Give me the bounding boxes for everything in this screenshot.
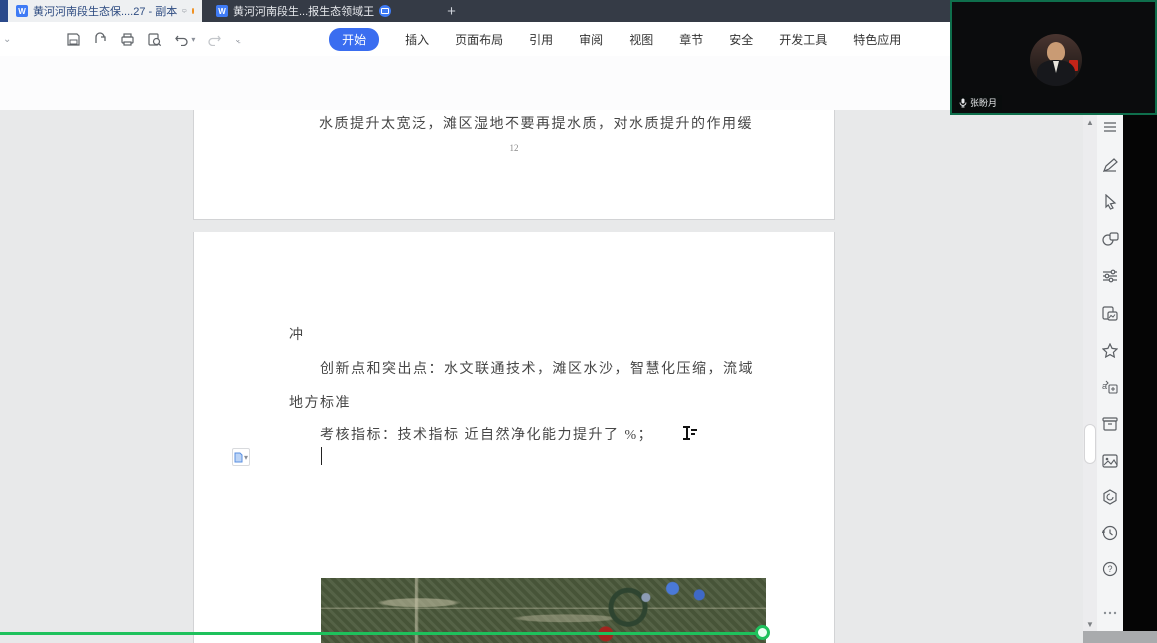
- sidebar-menu-icon[interactable]: [1098, 114, 1122, 140]
- document-page-1[interactable]: 水质提升太宽泛，滩区湿地不要再提水质，对水质提升的作用缓 12: [193, 110, 835, 220]
- tab-insert[interactable]: 插入: [405, 31, 429, 48]
- document-tab-1[interactable]: W 黄河河南段生态保....27 - 副本: [8, 0, 202, 22]
- shapes-icon[interactable]: [1098, 226, 1122, 252]
- chevron-down-icon: ▾: [244, 453, 248, 462]
- page2-line-2: 创新点和突出点：水文联通技术，滩区水沙，智慧化压缩，流域: [320, 358, 754, 378]
- tab-special-features[interactable]: 特色应用: [853, 31, 901, 48]
- tab-review[interactable]: 审阅: [579, 31, 603, 48]
- document-tab-1-label: 黄河河南段生态保....27 - 副本: [33, 3, 177, 19]
- undo-dropdown-icon[interactable]: ▾: [191, 35, 195, 44]
- participant-name: 张盼月: [970, 96, 997, 109]
- annotation-green-line: [0, 632, 764, 635]
- history-clock-icon[interactable]: [1098, 520, 1122, 546]
- document-workspace[interactable]: 水质提升太宽泛，滩区湿地不要再提水质，对水质提升的作用缓 12 冲 创新点和突出…: [0, 110, 1083, 643]
- participant-face: [1047, 42, 1065, 62]
- adjust-sliders-icon[interactable]: [1098, 263, 1122, 289]
- favorites-star-icon[interactable]: [1098, 337, 1122, 363]
- select-cursor-icon[interactable]: [1098, 189, 1122, 215]
- page1-paragraph: 水质提升太宽泛，滩区湿地不要再提水质，对水质提升的作用缓: [319, 113, 753, 133]
- microphone-icon: [959, 98, 967, 108]
- tab-security[interactable]: 安全: [729, 31, 753, 48]
- page1-page-number: 12: [194, 143, 834, 153]
- page2-line-4: 考核指标：技术指标 近自然净化能力提升了 %；: [320, 424, 653, 444]
- document-tab-2-label: 黄河河南段生...报生态领域王: [233, 3, 374, 19]
- scroll-down-icon[interactable]: ▼: [1086, 620, 1094, 629]
- print-button[interactable]: [120, 32, 135, 47]
- annotation-line-handle[interactable]: [755, 625, 770, 640]
- document-page-2[interactable]: 冲 创新点和突出点：水文联通技术，滩区水沙，智慧化压缩，流域 地方标准 考核指标…: [193, 232, 835, 643]
- monitor-icon: [182, 6, 187, 16]
- new-tab-button[interactable]: +: [447, 0, 456, 22]
- tab-developer[interactable]: 开发工具: [779, 31, 827, 48]
- vertical-scrollbar[interactable]: ▲ ▼: [1083, 110, 1097, 643]
- skills-icon[interactable]: [1098, 484, 1122, 510]
- undo-button[interactable]: ▾: [174, 33, 195, 46]
- extract-images-icon[interactable]: [1098, 300, 1122, 326]
- text-caret: [321, 447, 322, 465]
- tab-references[interactable]: 引用: [529, 31, 553, 48]
- scroll-up-icon[interactable]: ▲: [1086, 118, 1094, 127]
- video-call-overlay[interactable]: 张盼月: [950, 0, 1157, 115]
- page2-line-1: 冲: [289, 324, 305, 344]
- window-edge-strip: [0, 0, 8, 22]
- edit-pencil-icon[interactable]: [1098, 152, 1122, 178]
- more-dots-icon[interactable]: [1098, 600, 1122, 626]
- participant-avatar: [1030, 34, 1082, 86]
- svg-text:a: a: [1102, 381, 1107, 391]
- desktop-background-strip: [1123, 115, 1157, 632]
- quick-access-toolbar: ▾ ⌄̱: [66, 32, 241, 47]
- resource-box-icon[interactable]: [1098, 411, 1122, 437]
- tab-home[interactable]: 开始: [329, 28, 379, 51]
- page2-line-3: 地方标准: [289, 392, 351, 412]
- wps-writer-icon: W: [16, 5, 28, 17]
- right-sidebar: a ?: [1097, 110, 1123, 643]
- menu-tab-strip: 开始 插入 页面布局 引用 审阅 视图 章节 安全 开发工具 特色应用: [329, 28, 901, 51]
- tab-page-layout[interactable]: 页面布局: [455, 31, 503, 48]
- svg-text:?: ?: [1108, 564, 1113, 574]
- unsaved-dot-icon: [192, 8, 194, 14]
- ibeam-mouse-cursor: [682, 426, 696, 440]
- collapse-window-icon[interactable]: ⌄: [3, 34, 11, 45]
- picture-icon[interactable]: [1098, 448, 1122, 474]
- redo-button[interactable]: [207, 33, 222, 46]
- tab-section[interactable]: 章节: [679, 31, 703, 48]
- screen-share-indicator-icon: [379, 5, 391, 17]
- customize-qat-dropdown-icon[interactable]: ⌄̱: [234, 35, 241, 44]
- translate-icon[interactable]: a: [1098, 374, 1122, 400]
- participant-name-tag: 张盼月: [956, 95, 1002, 110]
- tab-view[interactable]: 视图: [629, 31, 653, 48]
- print-preview-button[interactable]: [147, 32, 162, 47]
- taskbar-sliver: [1083, 631, 1157, 643]
- wps-writer-icon: W: [216, 5, 228, 17]
- document-tab-2[interactable]: W 黄河河南段生...报生态领域王: [208, 0, 399, 22]
- save-button[interactable]: [66, 32, 81, 47]
- help-icon[interactable]: ?: [1098, 556, 1122, 582]
- scrollbar-thumb[interactable]: [1084, 424, 1096, 464]
- export-pdf-button[interactable]: [93, 32, 108, 47]
- paste-options-button[interactable]: ▾: [232, 448, 250, 466]
- paste-options-icon: [234, 452, 243, 463]
